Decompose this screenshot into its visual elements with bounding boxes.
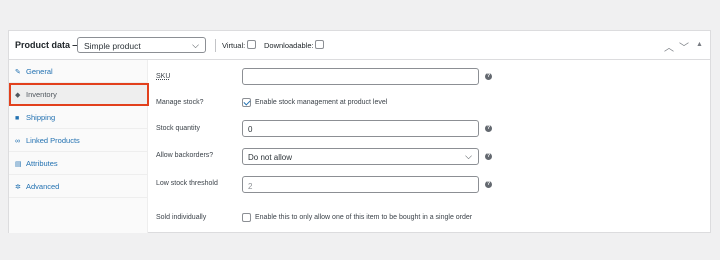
panel-title: Product data — (15, 40, 82, 50)
tab-inventory[interactable]: ◆ Inventory (9, 83, 148, 106)
manage-stock-label: Manage stock? (156, 99, 204, 106)
low-stock-label: Low stock threshold (156, 180, 218, 187)
downloadable-checkbox[interactable] (315, 40, 324, 49)
tab-label: Attributes (26, 159, 58, 168)
tag-icon: ◆ (15, 92, 21, 99)
sold-individually-label: Sold individually (156, 214, 207, 221)
help-icon[interactable]: ? (485, 153, 492, 160)
list-icon: ▤ (15, 161, 22, 168)
backorders-label: Allow backorders? (156, 152, 214, 159)
tab-label: Shipping (26, 113, 56, 122)
sold-individually-description: Enable this to only allow one of this it… (255, 214, 473, 221)
tab-label: Linked Products (26, 136, 80, 145)
backorders-value: Do not allow (248, 153, 293, 162)
stock-quantity-label: Stock quantity (156, 125, 200, 132)
tab-general[interactable]: ✎ General (9, 60, 148, 83)
tab-shipping[interactable]: ■ Shipping (9, 106, 148, 129)
gear-icon: ✲ (15, 184, 21, 191)
low-stock-input[interactable]: 2 (242, 176, 479, 193)
backorders-select[interactable]: Do not allow ⌵ (242, 148, 479, 165)
product-data-tabs: ✎ General ◆ Inventory ■ Shipping ∞ Linked Pr… (9, 60, 148, 233)
truck-icon: ■ (15, 115, 20, 122)
sku-label: SKU (156, 73, 171, 80)
sku-input[interactable] (242, 68, 479, 85)
chevron-down-icon: ⌵ (465, 151, 472, 161)
tab-advanced[interactable]: ✲ Advanced (9, 175, 148, 198)
tab-attributes[interactable]: ▤ Attributes (9, 152, 148, 175)
stock-quantity-input[interactable]: 0 (242, 120, 479, 137)
tab-linked-products[interactable]: ∞ Linked Products (9, 129, 148, 152)
tab-label: Advanced (26, 182, 60, 191)
chevron-down-icon[interactable]: ﹀ (679, 39, 689, 54)
tab-label: Inventory (26, 90, 57, 99)
product-type-select[interactable]: Simple product ⌵ (77, 37, 206, 53)
link-icon: ∞ (15, 138, 20, 145)
product-data-panel: Product data — Simple product ⌵ Virtual:… (8, 30, 711, 233)
help-icon[interactable]: ? (485, 73, 492, 80)
wrench-icon: ✎ (15, 69, 21, 76)
manage-stock-description: Enable stock management at product level (255, 99, 388, 106)
product-type-value: Simple product (84, 41, 141, 51)
triangle-up-icon[interactable]: ▲ (696, 41, 703, 48)
header-divider (215, 39, 216, 52)
chevron-down-icon: ⌵ (192, 40, 199, 50)
sold-individually-checkbox[interactable] (242, 213, 251, 222)
chevron-up-icon[interactable]: ︿ (664, 39, 674, 54)
virtual-label: Virtual: (222, 41, 246, 50)
help-icon[interactable]: ? (485, 125, 492, 132)
tab-label: General (26, 67, 53, 76)
panel-header: Product data — Simple product ⌵ Virtual:… (9, 31, 710, 60)
downloadable-label: Downloadable: (264, 41, 314, 50)
manage-stock-checkbox[interactable] (242, 98, 251, 107)
virtual-checkbox[interactable] (247, 40, 256, 49)
help-icon[interactable]: ? (485, 181, 492, 188)
